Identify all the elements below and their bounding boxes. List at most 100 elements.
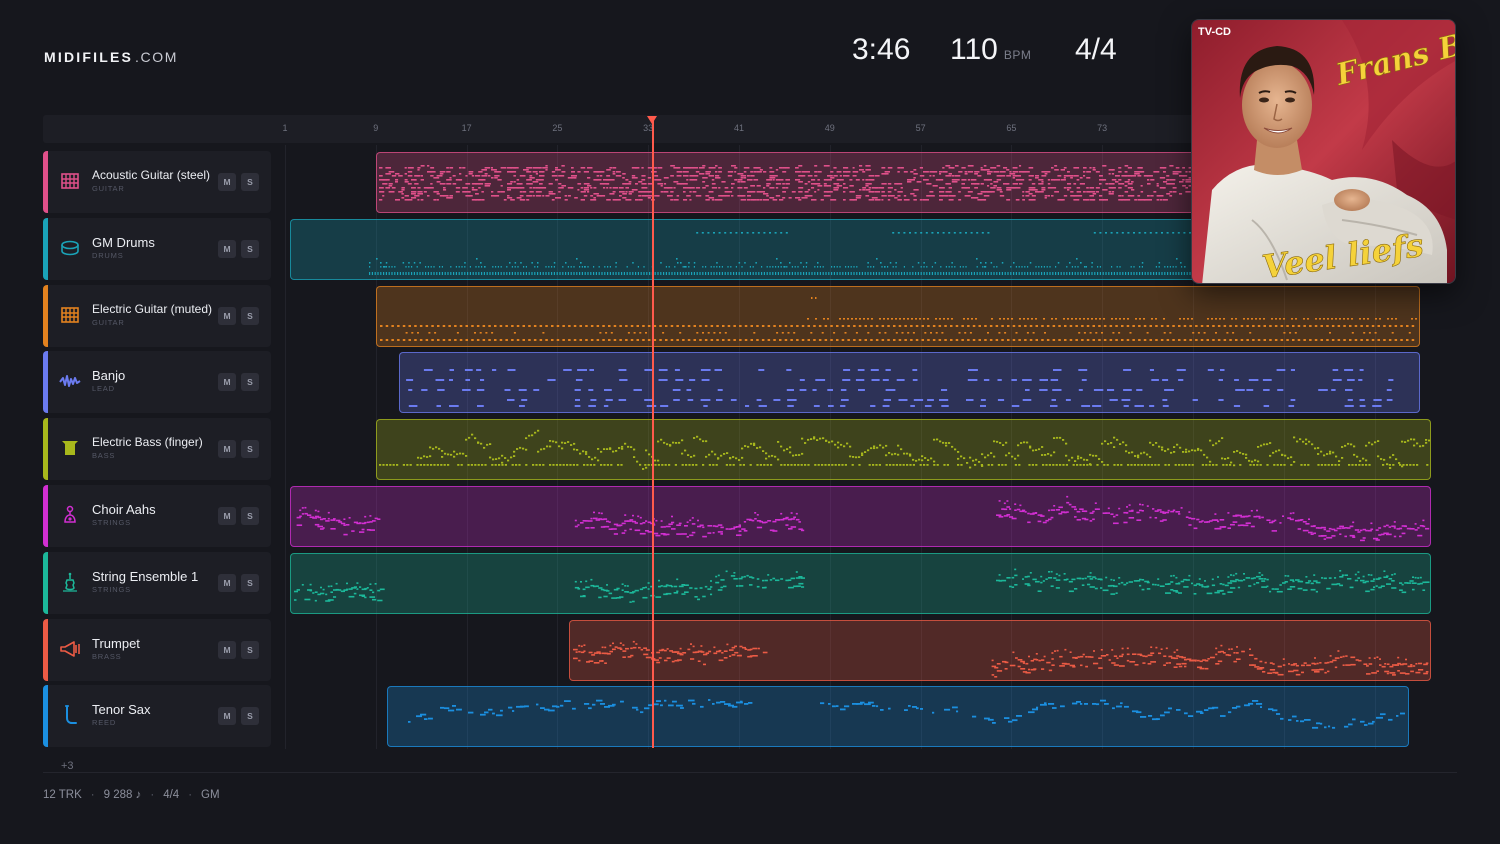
midi-note — [525, 271, 527, 275]
midi-note — [1265, 443, 1268, 446]
midi-note — [1081, 584, 1085, 586]
mute-button[interactable]: M — [218, 440, 236, 459]
mute-button[interactable]: M — [218, 707, 236, 726]
solo-button[interactable]: S — [241, 640, 259, 659]
midi-note — [1089, 195, 1094, 197]
midi-note — [679, 647, 682, 649]
midi-note — [746, 446, 749, 448]
midi-note — [751, 576, 755, 579]
mute-button[interactable]: M — [218, 640, 236, 659]
midi-note — [708, 167, 712, 169]
solo-button[interactable]: S — [241, 373, 259, 392]
site-logo[interactable]: MIDIFILES .COM — [44, 49, 178, 65]
mute-button[interactable]: M — [218, 573, 236, 592]
track-header[interactable]: Trumpet BRASS M S — [43, 618, 271, 681]
midi-note — [1386, 399, 1392, 402]
midi-note — [664, 338, 668, 341]
midi-note — [473, 464, 477, 466]
playhead-line[interactable] — [652, 118, 654, 748]
midi-note — [786, 405, 794, 408]
track-header[interactable]: String Ensemble 1 STRINGS M S — [43, 551, 271, 614]
track-clip[interactable] — [375, 419, 1432, 481]
midi-note — [574, 525, 578, 528]
midi-note — [575, 464, 579, 466]
midi-note — [658, 656, 662, 659]
solo-button[interactable]: S — [241, 306, 259, 325]
track-clip[interactable] — [290, 486, 1432, 547]
midi-note — [625, 183, 631, 185]
midi-note — [966, 324, 970, 327]
solo-button[interactable]: S — [241, 239, 259, 258]
mute-button[interactable]: M — [218, 373, 236, 392]
midi-note — [881, 446, 884, 449]
midi-note — [756, 185, 761, 187]
midi-note — [1111, 173, 1114, 175]
mute-button[interactable]: M — [218, 239, 236, 258]
midi-note — [1108, 183, 1115, 185]
ruler-bar-label: 1 — [282, 123, 288, 133]
solo-button[interactable]: S — [241, 173, 259, 191]
midi-note — [932, 185, 938, 187]
midi-note — [1117, 195, 1121, 197]
solo-button[interactable]: S — [241, 507, 259, 525]
track-header[interactable]: Electric Guitar (muted) GUITAR M S — [43, 284, 271, 347]
midi-note — [1399, 582, 1403, 584]
midi-note — [1184, 712, 1188, 715]
midi-note — [777, 265, 779, 268]
track-clip[interactable] — [290, 552, 1432, 614]
midi-note — [1156, 199, 1159, 201]
midi-note — [727, 271, 729, 275]
midi-note — [730, 527, 736, 530]
midi-note — [1127, 179, 1131, 181]
mute-button[interactable]: M — [218, 173, 236, 191]
midi-note — [1161, 231, 1163, 234]
midi-note — [1235, 657, 1241, 660]
mute-button[interactable]: M — [218, 507, 236, 525]
track-header[interactable]: Electric Bass (finger) BASS M S — [43, 418, 271, 481]
track-clip[interactable] — [375, 285, 1420, 347]
mute-button[interactable]: M — [218, 306, 236, 325]
midi-note — [615, 171, 621, 173]
track-header[interactable]: Acoustic Guitar (steel) GUITAR M S — [43, 151, 271, 213]
midi-note — [529, 183, 533, 185]
midi-note — [833, 175, 838, 177]
midi-note — [1050, 570, 1053, 573]
midi-note — [338, 521, 343, 523]
solo-button[interactable]: S — [241, 573, 259, 592]
midi-note — [1126, 582, 1129, 584]
track-header[interactable]: Tenor Sax REED M S — [43, 685, 271, 748]
midi-note — [775, 579, 780, 581]
midi-note — [1421, 445, 1424, 447]
midi-note — [1389, 671, 1396, 674]
midi-note — [812, 324, 816, 327]
midi-note — [620, 448, 623, 450]
midi-note — [1164, 711, 1170, 714]
track-header[interactable]: Choir Aahs STRINGS M S — [43, 485, 271, 547]
midi-note — [1391, 454, 1394, 457]
midi-note — [1167, 509, 1170, 512]
midi-note — [1181, 451, 1184, 453]
track-header[interactable]: GM Drums DRUMS M S — [43, 217, 271, 280]
track-clip[interactable] — [387, 686, 1409, 748]
midi-note — [1297, 338, 1300, 341]
midi-note — [1300, 519, 1304, 521]
track-clip[interactable] — [568, 619, 1432, 681]
midi-note — [383, 271, 385, 275]
more-tracks-indicator[interactable]: +3 — [61, 760, 74, 772]
midi-note — [1357, 379, 1362, 382]
solo-button[interactable]: S — [241, 707, 259, 726]
midi-note — [940, 265, 942, 268]
midi-note — [624, 324, 628, 327]
midi-note — [481, 175, 487, 177]
track-clip[interactable] — [398, 352, 1420, 414]
solo-button[interactable]: S — [241, 440, 259, 459]
midi-note — [603, 595, 608, 598]
midi-note — [1427, 439, 1430, 442]
midi-note — [1328, 577, 1332, 579]
midi-note — [743, 187, 748, 189]
midi-note — [991, 673, 994, 676]
midi-note — [1064, 648, 1067, 651]
midi-note — [506, 195, 510, 197]
midi-note — [1028, 711, 1035, 714]
track-header[interactable]: Banjo LEAD M S — [43, 351, 271, 414]
